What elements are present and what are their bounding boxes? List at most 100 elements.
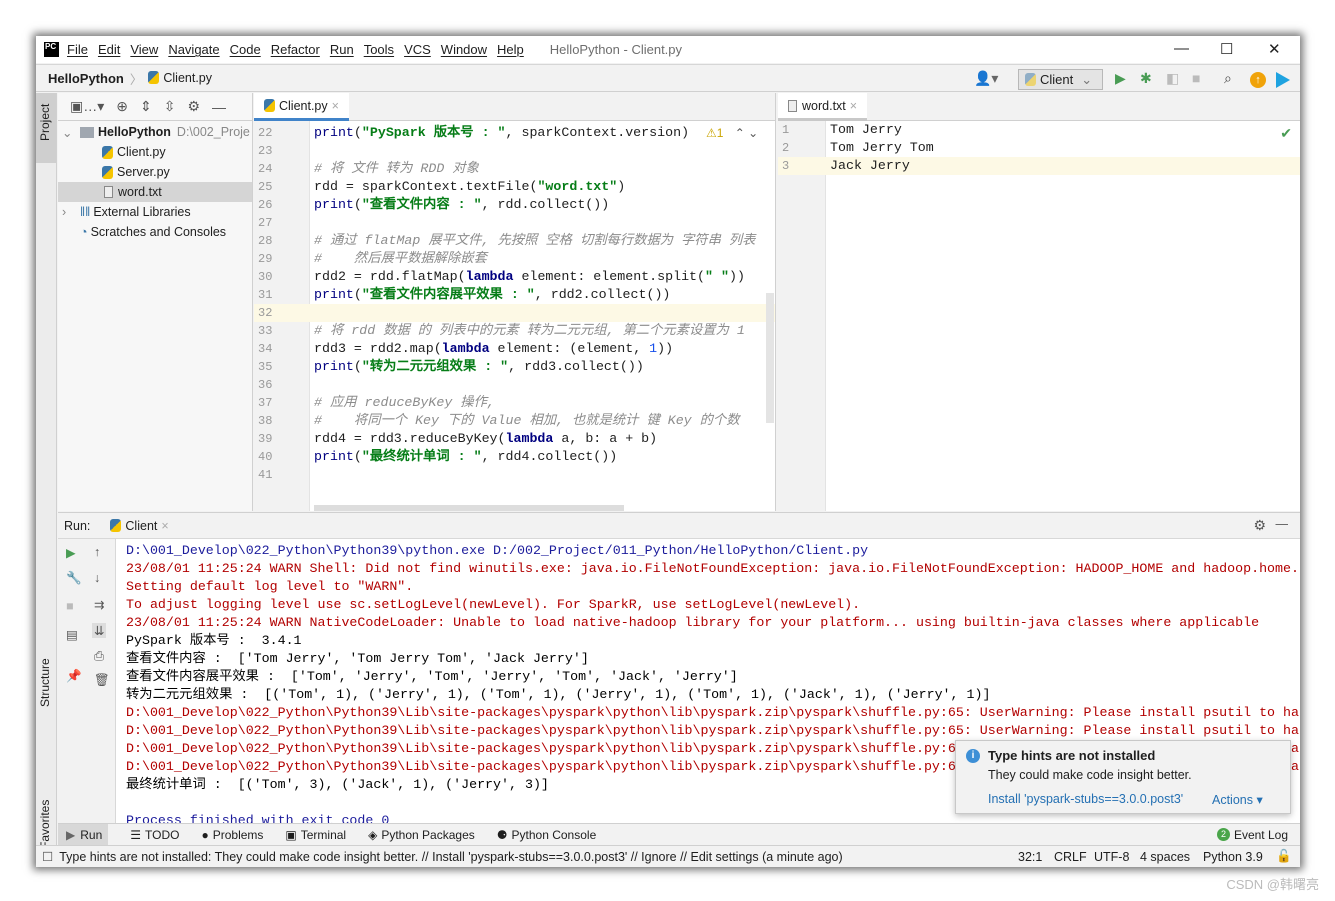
tree-item-word-txt[interactable]: word.txt: [58, 182, 252, 202]
tree-item-root[interactable]: ⌄ HelloPython D:\002_Proje: [58, 122, 252, 142]
code-line[interactable]: 38 # 将同一个 Key 下的 Value 相加, 也就是统计 键 Key 的个…: [254, 412, 775, 430]
breadcrumb-project[interactable]: HelloPython: [48, 71, 124, 86]
tree-item-scratches[interactable]: ◔ Scratches and Consoles: [58, 222, 252, 242]
horizontal-scrollbar[interactable]: [314, 505, 624, 511]
event-log-button[interactable]: 2 Event Log: [1216, 828, 1288, 842]
status-message[interactable]: Type hints are not installed: They could…: [59, 850, 842, 864]
expand-all-icon[interactable]: ⇕: [140, 98, 152, 115]
hide-icon[interactable]: —: [212, 99, 226, 115]
menu-code[interactable]: Code: [230, 42, 261, 57]
indent-setting[interactable]: 4 spaces: [1140, 850, 1190, 864]
menu-view[interactable]: View: [130, 42, 158, 57]
print-icon[interactable]: ⎙: [94, 649, 104, 664]
code-line[interactable]: 35 print("转为二元元组效果 : ", rdd3.collect()): [254, 358, 775, 376]
project-tool-button[interactable]: Project: [38, 104, 52, 141]
install-stubs-link[interactable]: Install 'pyspark-stubs==3.0.0.post3': [988, 792, 1183, 806]
gear-icon[interactable]: ⚙: [1253, 517, 1266, 534]
wrench-icon[interactable]: 🔧: [66, 571, 82, 586]
gear-icon[interactable]: ⚙: [187, 98, 200, 115]
code-line[interactable]: 2 Tom Jerry Tom: [778, 139, 1300, 157]
code-line[interactable]: 36: [254, 376, 775, 394]
menu-tools[interactable]: Tools: [364, 42, 394, 57]
code-line[interactable]: 33 # 将 rdd 数据 的 列表中的元素 转为二元元组, 第二个元素设置为 1: [254, 322, 775, 340]
code-line[interactable]: 23: [254, 142, 775, 160]
menu-refactor[interactable]: Refactor: [271, 42, 320, 57]
close-button[interactable]: ✕: [1268, 40, 1281, 58]
menu-file[interactable]: File: [67, 42, 88, 57]
code-line[interactable]: 30 rdd2 = rdd.flatMap(lambda element: ele…: [254, 268, 775, 286]
code-line[interactable]: 40 print("最终统计单词 : ", rdd4.collect()): [254, 448, 775, 466]
code-line[interactable]: 25 rdd = sparkContext.textFile("word.txt"…: [254, 178, 775, 196]
scroll-to-end-icon[interactable]: ⇊: [92, 623, 107, 638]
code-line[interactable]: 39 rdd4 = rdd3.reduceByKey(lambda a, b: a…: [254, 430, 775, 448]
code-line[interactable]: 31 print("查看文件内容展平效果 : ", rdd2.collect()): [254, 286, 775, 304]
file-encoding[interactable]: UTF-8: [1094, 850, 1129, 864]
menu-navigate[interactable]: Navigate: [168, 42, 219, 57]
breadcrumb-file[interactable]: Client.py: [148, 71, 212, 85]
code-line[interactable]: 3 Jack Jerry: [778, 157, 1300, 175]
code-line[interactable]: 34 rdd3 = rdd2.map(lambda element: (eleme…: [254, 340, 775, 358]
tool-python-packages[interactable]: ◈ Python Packages: [368, 828, 475, 842]
layout-icon[interactable]: ▤: [66, 627, 78, 642]
tab-client-py[interactable]: Client.py ×: [254, 93, 349, 121]
code-line[interactable]: 1 Tom Jerry: [778, 121, 1300, 139]
view-selector-icon[interactable]: ▣…▾: [70, 98, 104, 115]
close-tab-icon[interactable]: ×: [161, 519, 168, 533]
line-separator[interactable]: CRLF: [1054, 850, 1087, 864]
menu-edit[interactable]: Edit: [98, 42, 120, 57]
caret-position[interactable]: 32:1: [1018, 850, 1042, 864]
search-icon[interactable]: ⌕: [1224, 70, 1232, 87]
run-icon[interactable]: ▶: [1115, 70, 1126, 87]
code-line[interactable]: 22 print("PySpark 版本号 : ", sparkContext.v…: [254, 124, 775, 142]
hide-icon[interactable]: —: [1276, 517, 1289, 531]
collapse-all-icon[interactable]: ⇳: [164, 98, 176, 115]
tree-item-external-libraries[interactable]: › ‖‖ External Libraries: [58, 202, 252, 222]
run-tab-client[interactable]: Client ×: [110, 518, 169, 533]
down-arrow-icon[interactable]: ↓: [94, 571, 100, 585]
code-with-me-icon[interactable]: [1276, 72, 1290, 88]
update-icon[interactable]: ↑: [1250, 72, 1266, 88]
tool-python-console[interactable]: ⚈ Python Console: [497, 828, 597, 842]
tool-run[interactable]: ▶ Run: [58, 824, 109, 845]
code-area[interactable]: 22 print("PySpark 版本号 : ", sparkContext.v…: [254, 124, 775, 484]
code-line[interactable]: 26 print("查看文件内容 : ", rdd.collect()): [254, 196, 775, 214]
vcs-user-icon[interactable]: 👤▾: [974, 70, 998, 87]
favorites-tool-button[interactable]: Favorites: [38, 800, 52, 849]
structure-tool-button[interactable]: Structure: [38, 658, 52, 707]
pin-icon[interactable]: 📌: [66, 669, 82, 684]
stop-icon[interactable]: ■: [1192, 70, 1200, 86]
code-line[interactable]: 37 # 应用 reduceByKey 操作,: [254, 394, 775, 412]
menu-window[interactable]: Window: [441, 42, 487, 57]
tool-todo[interactable]: ☰ TODO: [130, 828, 179, 842]
close-tab-icon[interactable]: ×: [850, 99, 857, 113]
maximize-button[interactable]: ☐: [1220, 40, 1233, 58]
lock-icon[interactable]: 🔓: [1276, 849, 1292, 864]
code-line[interactable]: 41: [254, 466, 775, 484]
code-line[interactable]: 28 # 通过 flatMap 展平文件, 先按照 空格 切割每行数据为 字符串 …: [254, 232, 775, 250]
code-line[interactable]: 29 # 然后展平数据解除嵌套: [254, 250, 775, 268]
text-area[interactable]: 1 Tom Jerry 2 Tom Jerry Tom 3 Jack Jerry: [778, 121, 1300, 175]
locate-icon[interactable]: ⊕: [116, 98, 128, 115]
menu-vcs[interactable]: VCS: [404, 42, 431, 57]
menu-run[interactable]: Run: [330, 42, 354, 57]
tree-item-server-py[interactable]: Server.py: [58, 162, 252, 182]
close-tab-icon[interactable]: ×: [332, 99, 339, 113]
stop-icon[interactable]: ■: [66, 599, 74, 613]
soft-wrap-icon[interactable]: ⇉: [94, 597, 104, 612]
coverage-icon[interactable]: ◧: [1166, 70, 1179, 87]
code-line[interactable]: 32: [254, 304, 775, 322]
code-line[interactable]: 24 # 将 文件 转为 RDD 对象: [254, 160, 775, 178]
minimize-button[interactable]: —: [1174, 40, 1189, 57]
menu-help[interactable]: Help: [497, 42, 524, 57]
up-arrow-icon[interactable]: ↑: [94, 545, 100, 559]
tool-problems[interactable]: ● Problems: [201, 828, 263, 842]
status-toggle-icon[interactable]: ☐: [42, 849, 53, 864]
rerun-icon[interactable]: ▶: [66, 545, 76, 560]
code-line[interactable]: 27: [254, 214, 775, 232]
actions-dropdown[interactable]: Actions ▾: [1212, 792, 1263, 807]
editor-scrollbar[interactable]: [766, 293, 774, 423]
run-config-selector[interactable]: Client ⌄: [1018, 69, 1103, 90]
debug-icon[interactable]: ✱: [1140, 70, 1152, 87]
python-interpreter[interactable]: Python 3.9: [1203, 850, 1263, 864]
tab-word-txt[interactable]: word.txt ×: [778, 93, 868, 121]
